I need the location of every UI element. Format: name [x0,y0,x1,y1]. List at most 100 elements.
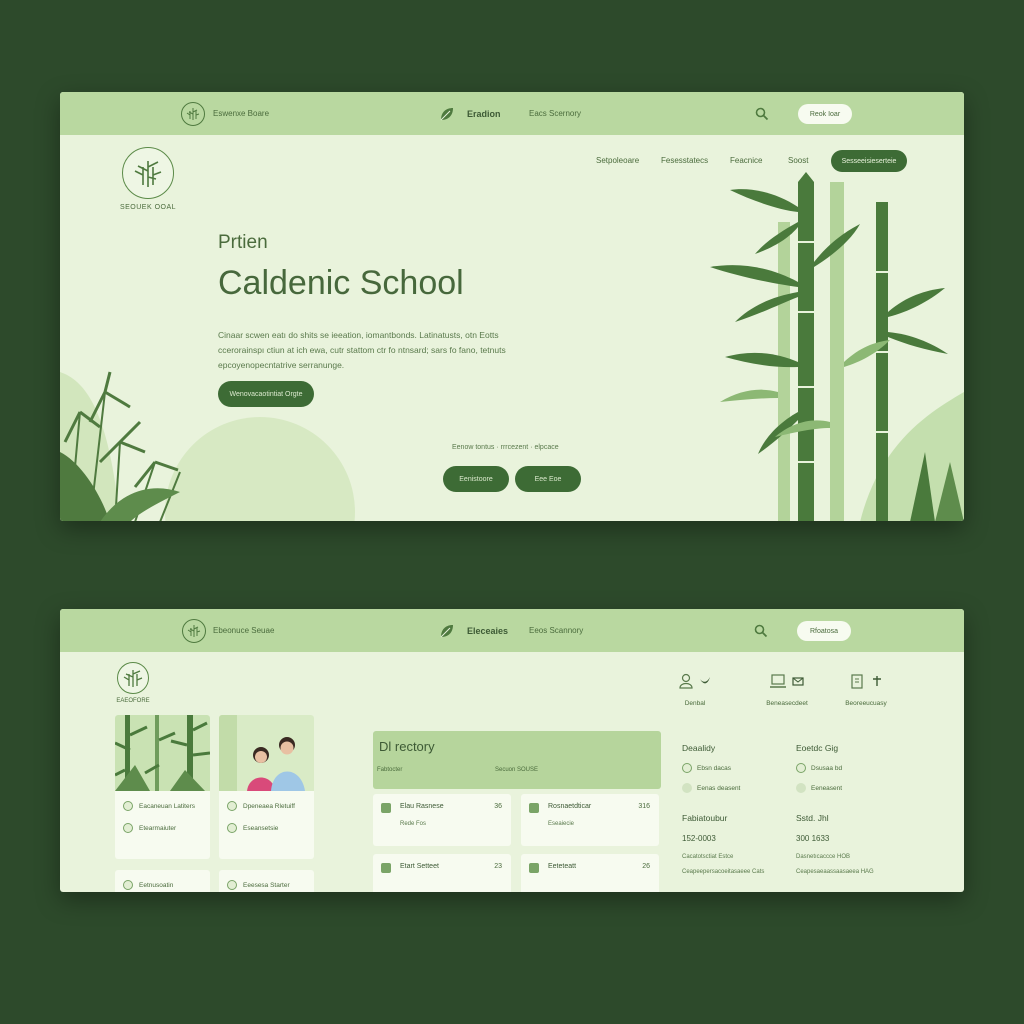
leaf-icon [440,625,453,638]
hero-description-line: Cinaar scwen eatı do shits se ieeation, … [218,330,499,340]
photo-card[interactable]: Eacaneuan Latiters Etearmaiuter [115,715,210,859]
hero-description-line: ccerorainspı ctiun at ich ewa, cutr stat… [218,345,506,355]
check-icon [682,763,692,773]
bamboo-icon[interactable] [181,102,205,126]
bird-icon [700,677,710,684]
directory-item-sub: Rede Fos [400,821,427,827]
info-row-label: Ebsn dacas [697,764,731,772]
directory-item-title: Eeteteatt [548,863,577,870]
directory-header: Dl rectory Fabtocter Secuon SOUSE [373,731,661,789]
hero-panel: Eswenxe Boare Eradion Eacs Scernory Reok… [60,92,964,521]
directory-item-title: Rosnaetdticar [548,803,592,810]
bamboo-icon[interactable] [182,619,206,643]
folder-icon [529,803,539,813]
logo-text: EAEOFORE [116,698,150,704]
leaf-icon [123,880,133,890]
info-line: Ceapeepersacoeitasaeee Cats [682,869,765,875]
directory-item[interactable]: Elau Rasnese 36 Rede Fos [373,794,511,846]
search-icon[interactable] [755,107,769,121]
icon-item-label: Beoreeucuasy [845,700,887,707]
bush-decoration [60,371,355,521]
icon-item[interactable]: Beoreeucuasy [831,672,901,707]
top-bar: Eswenxe Boare Eradion Eacs Scernory Reok… [60,92,964,135]
hero-secondary-button[interactable]: Eenistoore [443,466,509,492]
mail-icon [792,677,804,686]
card-label: Eseansetsie [243,824,279,832]
hero-eyebrow: Prtien [218,232,268,253]
hero-description-line: epcoyenopecntatrive serranunge. [218,360,345,370]
leaf-icon [440,108,453,121]
hero-title: Caldenic School [218,264,464,302]
info-line: Ceapesaeaassaasaeea HAG [796,869,874,875]
folder-icon [381,803,391,813]
pin-icon [873,676,881,686]
clock-icon [123,823,133,833]
info-subheading: Sstd. Jhl [796,813,829,823]
leaf-icon [123,801,133,811]
info-row-label: Eeneasent [811,784,843,792]
brand-name[interactable]: Eradion [467,109,501,119]
bamboo-photo [115,715,210,791]
login-button[interactable]: Rfoatosa [797,621,851,641]
info-line: Cacatotsctiat Estce [682,854,734,860]
top-bar-text[interactable]: Ebeonuce Seuae [213,626,274,635]
laptop-icon [770,674,786,688]
directory-item-count: 23 [494,863,502,870]
nav-link[interactable]: Setpoleoare [596,156,639,165]
icon-item[interactable]: Beneasecdeet [752,672,822,707]
info-number: 152-0003 [682,834,716,843]
hero-tertiary-button[interactable]: Eee Eoe [515,466,581,492]
directory-filter[interactable]: Fabtocter [377,767,402,773]
icon-item[interactable]: Denbal [660,672,730,707]
top-bar-menu-item[interactable]: Eacs Scernory [529,109,581,118]
dot-icon [682,783,692,793]
hero-primary-button[interactable]: Wenovacaotintiat Orgte [218,381,314,407]
info-line: Dasnetıcaccce HOB [796,854,851,860]
top-bar: Ebeonuce Seuae Eleceaies Eeos Scannory R… [60,609,964,652]
students-photo [219,715,314,791]
card-label: Dpeneaea Rletuiff [243,802,295,810]
folder-icon [381,863,391,873]
dot-icon [796,783,806,793]
directory-item[interactable]: Eeteteatt 26 [521,854,659,892]
info-row-label: Eenas deasent [697,784,741,792]
directory-panel: Ebeonuce Seuae Eleceaies Eeos Scannory R… [60,609,964,892]
directory-title: Dl rectory [379,739,435,754]
top-bar-menu-item[interactable]: Eeos Scannory [529,626,583,635]
bamboo-icon [122,147,174,199]
directory-item[interactable]: Etart Setteet 23 [373,854,511,892]
building-icon [851,674,863,689]
card-label: Eetnusoatin [139,881,174,889]
directory-item[interactable]: Rosnaetdticar 316 Eseaiecie [521,794,659,846]
bamboo-icon [117,662,149,694]
center-links[interactable]: Eenow tontus · rrrcezent · elpcace [452,444,559,451]
icon-item-label: Beneasecdeet [766,700,808,707]
leaf-icon [227,880,237,890]
top-bar-text[interactable]: Eswenxe Boare [213,109,269,118]
clock-icon [227,823,237,833]
logo-text: SEOUEK OOAL [119,204,177,211]
bamboo-illustration [710,172,964,521]
leaf-icon [227,801,237,811]
mini-card[interactable]: Eetnusoatin [115,870,210,892]
card-label: Etearmaiuter [139,824,177,832]
info-subheading: Fabiatoubur [682,813,728,823]
login-button[interactable]: Reok Ioar [798,104,852,124]
info-number: 300 1633 [796,834,830,843]
info-row-label: Dsusaa bd [811,764,843,772]
photo-card[interactable]: Dpeneaea Rletuiff Eseansetsie [219,715,314,859]
directory-section[interactable]: Secuon SOUSE [495,767,538,773]
card-label: Eeesesa Starter [243,881,290,889]
mini-card[interactable]: Eeesesa Starter [219,870,314,892]
directory-item-sub: Eseaiecie [548,821,575,827]
check-icon [796,763,806,773]
brand-name[interactable]: Eleceaies [467,626,508,636]
search-icon[interactable] [754,624,768,638]
directory-item-count: 26 [642,863,650,870]
directory-item-count: 316 [638,803,650,810]
folder-icon [529,863,539,873]
info-heading: Eoetdc Gig [796,743,839,753]
user-icon [679,673,693,689]
info-heading: Deaalidy [682,743,716,753]
icon-item-label: Denbal [684,700,706,707]
